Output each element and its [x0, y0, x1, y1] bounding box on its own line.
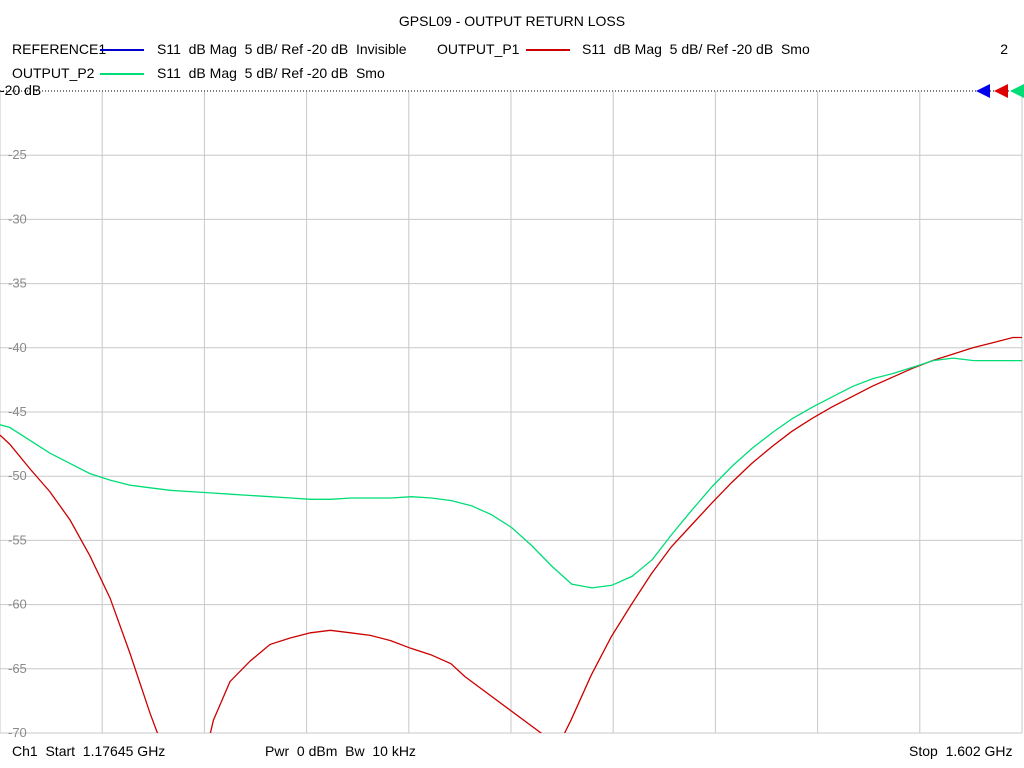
- y-tick-label: -25: [8, 147, 27, 162]
- plot-area: -20 dB -25 -30 -35 -40 -45 -50 -55 -60 -65 -70: [0, 82, 1024, 740]
- y-tick-label: -70: [8, 725, 27, 740]
- footer-channel-start: Ch1 Start 1.17645 GHz: [12, 743, 166, 759]
- reference-marker-icon: [976, 84, 990, 98]
- y-tick-label: -40: [8, 340, 27, 355]
- y-tick-label: -65: [8, 661, 27, 676]
- reference-marker-icon: [1010, 84, 1024, 98]
- y-tick-label: -55: [8, 532, 27, 547]
- y-tick-label: -60: [8, 597, 27, 612]
- footer-stop: Stop 1.602 GHz: [909, 743, 1013, 759]
- reference-marker-icon: [994, 84, 1008, 98]
- footer-power-bandwidth: Pwr 0 dBm Bw 10 kHz: [265, 743, 416, 759]
- y-tick-label: -35: [8, 276, 27, 291]
- y-tick-label: -50: [8, 468, 27, 483]
- y-tick-label: -30: [8, 211, 27, 226]
- y-tick-label: -45: [8, 404, 27, 419]
- y-tick-label: -20 dB: [0, 82, 41, 98]
